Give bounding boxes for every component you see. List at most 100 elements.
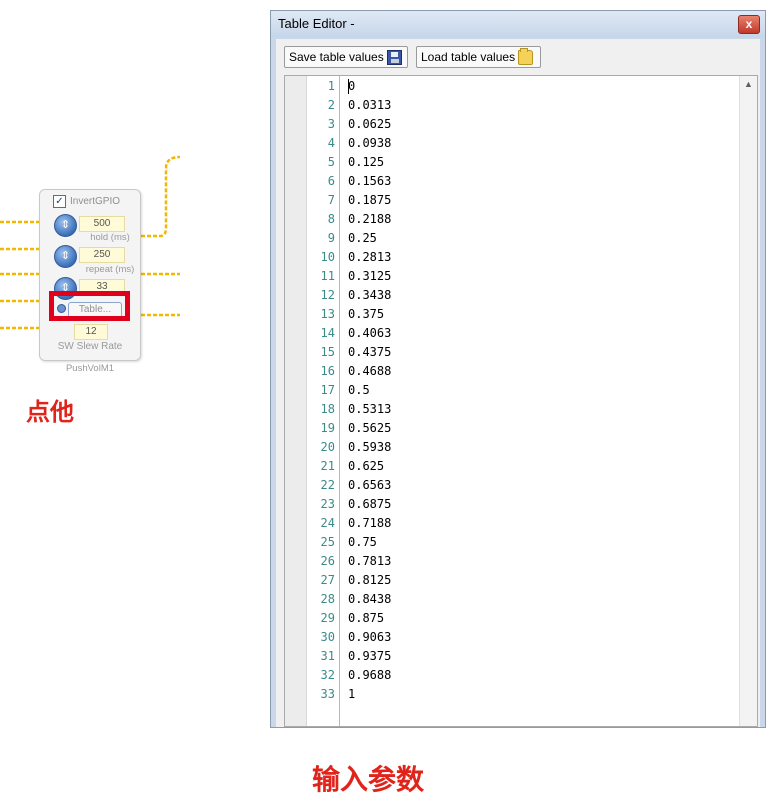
table-line[interactable]: 14 0.4063 (285, 324, 757, 343)
table-value[interactable]: 0.5625 (348, 419, 391, 438)
table-value[interactable]: 0.6563 (348, 476, 391, 495)
slew-value-box[interactable]: 12 (74, 324, 108, 340)
module-name-label: PushVolM1 (65, 363, 115, 374)
window-title: Table Editor - (278, 16, 355, 31)
table-line[interactable]: 30 0.9063 (285, 628, 757, 647)
table-line[interactable]: 26 0.7813 (285, 552, 757, 571)
table-line[interactable]: 21 0.625 (285, 457, 757, 476)
save-table-button[interactable]: Save table values (284, 46, 408, 68)
table-value[interactable]: 0.0313 (348, 96, 391, 115)
line-number: 11 (320, 269, 335, 283)
table-line[interactable]: 33 1 (285, 685, 757, 704)
table-line[interactable]: 10 (285, 77, 757, 96)
table-line[interactable]: 32 0.9688 (285, 666, 757, 685)
table-line[interactable]: 17 0.5 (285, 381, 757, 400)
table-line[interactable]: 27 0.8125 (285, 571, 757, 590)
table-value[interactable]: 0.75 (348, 533, 377, 552)
table-line[interactable]: 7 0.1875 (285, 191, 757, 210)
wire-out-top (135, 155, 181, 238)
table-line[interactable]: 24 0.7188 (285, 514, 757, 533)
table-value[interactable]: 0.4063 (348, 324, 391, 343)
close-button[interactable]: x (738, 15, 760, 34)
hold-value-box[interactable]: 500 (79, 216, 125, 232)
hold-knob-icon[interactable]: ⇕ (54, 214, 77, 237)
vertical-scrollbar[interactable]: ▲ (739, 76, 757, 726)
table-value[interactable]: 0.4375 (348, 343, 391, 362)
repeat-knob-icon[interactable]: ⇕ (54, 245, 77, 268)
table-value[interactable]: 0.5938 (348, 438, 391, 457)
table-value[interactable]: 0.7813 (348, 552, 391, 571)
table-value[interactable]: 0.1875 (348, 191, 391, 210)
table-line[interactable]: 16 0.4688 (285, 362, 757, 381)
table-line[interactable]: 12 0.3438 (285, 286, 757, 305)
line-number: 24 (320, 516, 335, 530)
table-line[interactable]: 8 0.2188 (285, 210, 757, 229)
table-line[interactable]: 2 0.0313 (285, 96, 757, 115)
table-line[interactable]: 5 0.125 (285, 153, 757, 172)
table-value[interactable]: 1 (348, 685, 355, 704)
load-table-button[interactable]: Load table values (416, 46, 541, 68)
table-value[interactable]: 0.625 (348, 457, 384, 476)
load-table-label: Load table values (421, 50, 516, 64)
table-line[interactable]: 6 0.1563 (285, 172, 757, 191)
table-line[interactable]: 28 0.8438 (285, 590, 757, 609)
table-value[interactable]: 0.6875 (348, 495, 391, 514)
table-value[interactable]: 0.4688 (348, 362, 391, 381)
table-value[interactable]: 0.3438 (348, 286, 391, 305)
table-line[interactable]: 23 0.6875 (285, 495, 757, 514)
line-number: 7 (327, 193, 335, 207)
table-text-editor[interactable]: 1 0 2 0.0313 3 0.0625 4 0.0938 5 0.125 6 0.1563 7 0.1… (284, 75, 758, 727)
table-value[interactable]: 0.9063 (348, 628, 391, 647)
slew-label: SW Slew Rate (57, 341, 123, 352)
table-line[interactable]: 22 0.6563 (285, 476, 757, 495)
table-line[interactable]: 3 0.0625 (285, 115, 757, 134)
scroll-up-arrow-icon[interactable]: ▲ (740, 76, 757, 93)
line-number: 3 (327, 117, 335, 131)
table-value[interactable]: 0.5313 (348, 400, 391, 419)
title-bar[interactable]: Table Editor - x (271, 11, 765, 37)
invert-gpio-checkbox[interactable]: ✓ (53, 195, 66, 208)
close-icon: x (745, 17, 753, 31)
table-value[interactable]: 0.2188 (348, 210, 391, 229)
table-value[interactable]: 0.2813 (348, 248, 391, 267)
table-value[interactable]: 0.8125 (348, 571, 391, 590)
table-value[interactable]: 0.1563 (348, 172, 391, 191)
table-value[interactable]: 0.375 (348, 305, 384, 324)
table-line[interactable]: 18 0.5313 (285, 400, 757, 419)
table-value[interactable]: 0.125 (348, 153, 384, 172)
table-line[interactable]: 10 0.2813 (285, 248, 757, 267)
table-value[interactable]: 0.0938 (348, 134, 391, 153)
line-number: 27 (320, 573, 335, 587)
table-value[interactable]: 0.8438 (348, 590, 391, 609)
line-number: 13 (320, 307, 335, 321)
table-line[interactable]: 11 0.3125 (285, 267, 757, 286)
table-line[interactable]: 29 0.875 (285, 609, 757, 628)
table-line[interactable]: 19 0.5625 (285, 419, 757, 438)
invert-gpio-row[interactable]: ✓ InvertGPIO (53, 195, 120, 208)
hold-label: hold (ms) (90, 232, 130, 243)
table-value[interactable]: 0.875 (348, 609, 384, 628)
line-number: 29 (320, 611, 335, 625)
table-line[interactable]: 25 0.75 (285, 533, 757, 552)
table-value[interactable]: 0.5 (348, 381, 370, 400)
table-value[interactable]: 0.0625 (348, 115, 391, 134)
table-line[interactable]: 31 0.9375 (285, 647, 757, 666)
table-value[interactable]: 0.9688 (348, 666, 391, 685)
floppy-disk-icon (386, 49, 402, 65)
line-number: 2 (327, 98, 335, 112)
table-line[interactable]: 15 0.4375 (285, 343, 757, 362)
highlight-box (49, 291, 130, 321)
table-value[interactable]: 0.25 (348, 229, 377, 248)
table-line[interactable]: 13 0.375 (285, 305, 757, 324)
repeat-value-box[interactable]: 250 (79, 247, 125, 263)
table-value[interactable]: 0.3125 (348, 267, 391, 286)
line-number: 28 (320, 592, 335, 606)
table-line[interactable]: 9 0.25 (285, 229, 757, 248)
table-line[interactable]: 20 0.5938 (285, 438, 757, 457)
line-number: 23 (320, 497, 335, 511)
table-value[interactable]: 0.9375 (348, 647, 391, 666)
table-value[interactable]: 0 (348, 77, 355, 96)
table-line[interactable]: 4 0.0938 (285, 134, 757, 153)
pushvol-module[interactable]: ✓ InvertGPIO ⇕ 500 hold (ms) ⇕ 250 repea… (39, 189, 141, 361)
table-value[interactable]: 0.7188 (348, 514, 391, 533)
